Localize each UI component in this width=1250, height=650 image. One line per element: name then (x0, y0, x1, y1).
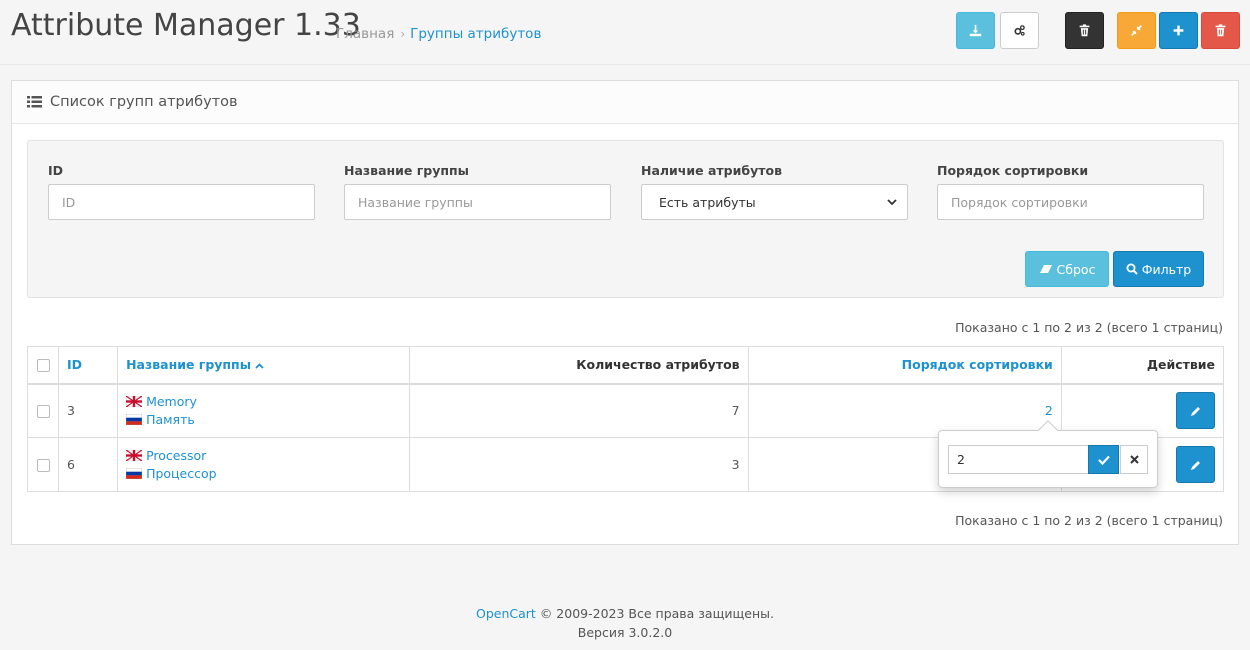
reset-button[interactable]: Сброс (1025, 251, 1109, 287)
filter-sort-input[interactable] (937, 184, 1204, 220)
pencil-icon (1190, 406, 1200, 416)
column-name-label[interactable]: Название группы (126, 357, 251, 372)
filter-id-label: ID (48, 163, 64, 178)
group-name-ru-link[interactable]: Память (146, 412, 195, 427)
row-id: 3 (58, 383, 119, 438)
opencart-link[interactable]: OpenCart (476, 606, 536, 621)
ru-flag-icon (126, 414, 143, 426)
confirm-button[interactable] (1088, 445, 1119, 474)
row-select-cell (26, 383, 60, 438)
select-all-checkbox[interactable] (36, 359, 50, 373)
row-checkbox[interactable] (36, 405, 50, 419)
row-id: 6 (58, 437, 119, 492)
page-header: Attribute Manager 1.33 Главная › Группы ат… (0, 0, 1250, 65)
pencil-icon (1190, 460, 1200, 470)
group-name-ru-link[interactable]: Процессор (146, 466, 217, 481)
table-header-row: ID Название группы Количество атрибутов … (26, 346, 1225, 385)
column-action-label: Действие (1146, 357, 1215, 373)
reset-button-label: Сброс (1056, 261, 1096, 277)
cogs-icon (1014, 25, 1025, 36)
column-count: Количество атрибутов (409, 346, 749, 385)
panel-heading: Список групп атрибутов (12, 81, 1238, 124)
list-icon (27, 96, 42, 108)
column-sort-label[interactable]: Порядок сортировки (902, 357, 1053, 372)
breadcrumb-home[interactable]: Главная (336, 26, 394, 42)
close-icon (1129, 455, 1139, 464)
chevron-down-icon (887, 198, 897, 205)
filter-has-attr-group: Наличие атрибутов Есть атрибуты (641, 163, 908, 220)
trash-icon (1079, 24, 1090, 37)
edit-button[interactable] (1176, 446, 1215, 483)
row-count: 3 (409, 437, 749, 492)
column-id[interactable]: ID (58, 346, 119, 385)
select-all-cell (26, 346, 60, 385)
column-action: Действие (1060, 346, 1225, 385)
check-icon (1097, 455, 1110, 465)
page-title: Attribute Manager 1.33 (11, 8, 361, 43)
row-checkbox[interactable] (36, 459, 50, 472)
filter-button-label: Фильтр (1141, 261, 1192, 277)
filter-name-input[interactable] (344, 184, 611, 220)
trash-icon (1215, 24, 1226, 37)
download-button[interactable] (956, 12, 995, 49)
delete-all-button[interactable] (1065, 12, 1104, 49)
compress-icon (1131, 25, 1142, 36)
row-count: 7 (409, 383, 749, 438)
footer-version: Версия 3.0.2.0 (577, 625, 673, 640)
breadcrumb-separator: › (400, 27, 406, 41)
add-button[interactable] (1159, 12, 1198, 49)
breadcrumb: Главная › Группы атрибутов (336, 26, 541, 42)
edit-button[interactable] (1176, 392, 1215, 430)
row-name-cell: Processor Процессор (117, 437, 411, 492)
panel-title: Список групп атрибутов (50, 94, 238, 110)
results-summary-top: Показано с 1 по 2 из 2 (всего 1 страниц) (955, 320, 1223, 335)
download-icon (969, 24, 982, 37)
sort-order-input[interactable]: 2 (948, 445, 1089, 474)
row-name-cell: Memory Память (117, 383, 411, 438)
ru-flag-icon (126, 468, 143, 479)
filter-id-group: ID (48, 163, 315, 220)
merge-button[interactable] (1117, 12, 1156, 49)
results-summary-bottom: Показано с 1 по 2 из 2 (всего 1 страниц) (955, 513, 1223, 528)
column-id-label[interactable]: ID (67, 357, 82, 372)
filter-has-attr-value: Есть атрибуты (659, 194, 756, 210)
filter-sort-label: Порядок сортировки (937, 163, 1089, 178)
uk-flag-icon (126, 396, 143, 408)
settings-button[interactable] (1000, 12, 1039, 49)
row-select-cell (26, 437, 60, 492)
footer: OpenCart © 2009-2023 Все права защищены.… (0, 604, 1250, 642)
filter-id-input[interactable] (48, 184, 315, 220)
filter-has-attr-label: Наличие атрибутов (641, 163, 782, 178)
column-count-label: Количество атрибутов (576, 357, 740, 373)
sort-order-editable[interactable]: 2 (1045, 403, 1053, 418)
search-icon (1126, 263, 1138, 275)
footer-copyright-line: OpenCart © 2009-2023 Все права защищены. (0, 604, 1250, 623)
sort-asc-icon (255, 363, 264, 369)
plus-icon (1173, 25, 1184, 36)
filter-button[interactable]: Фильтр (1113, 251, 1204, 287)
filter-name-label: Название группы (344, 163, 469, 178)
filter-form: ID Название группы Наличие атрибутов Ест… (27, 140, 1224, 298)
filter-name-group: Название группы (344, 163, 611, 220)
column-name[interactable]: Название группы (117, 346, 411, 385)
delete-button[interactable] (1201, 12, 1240, 49)
sort-order-edit-popover: 2 (938, 420, 1158, 488)
cancel-button[interactable] (1120, 445, 1148, 474)
group-name-en-link[interactable]: Memory (146, 394, 197, 409)
footer-copyright: © 2009-2023 Все права защищены. (539, 606, 774, 621)
eraser-icon (1039, 265, 1052, 273)
uk-flag-icon (126, 450, 143, 461)
breadcrumb-current[interactable]: Группы атрибутов (410, 26, 541, 42)
column-sort[interactable]: Порядок сортировки (747, 346, 1062, 385)
filter-has-attr-select[interactable]: Есть атрибуты (641, 184, 908, 220)
group-name-en-link[interactable]: Processor (146, 448, 206, 463)
filter-sort-group: Порядок сортировки (937, 163, 1204, 220)
